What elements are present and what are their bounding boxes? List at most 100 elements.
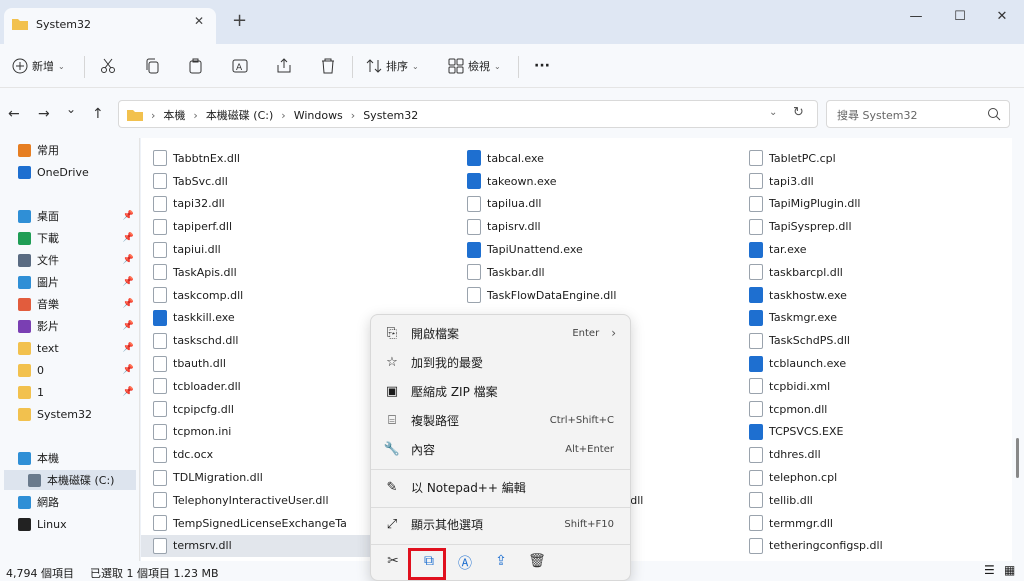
file-item[interactable]: tetheringconfigsp.dll [749,535,989,558]
pin-icon[interactable]: 📌 [123,365,134,375]
crumb-drive[interactable]: 本機磁碟 (C:) [206,107,273,123]
sidebar-item[interactable]: 本機 [18,448,140,468]
crumb-windows[interactable]: Windows [294,109,343,122]
file-item[interactable]: termsrv.dll [141,534,391,558]
cut-button[interactable]: ✂ [381,553,405,575]
menu-item[interactable]: ▣ 壓縮成 ZIP 檔案 [377,377,626,405]
scrollbar[interactable] [1012,138,1024,561]
file-item[interactable]: tcblaunch.exe [749,352,989,375]
menu-item[interactable]: ⌸ 複製路徑 Ctrl+Shift+C [377,406,626,434]
crumb-system32[interactable]: System32 [363,109,418,122]
file-item[interactable]: TaskFlowDataEngine.dll [467,284,707,307]
details-view-icon[interactable]: ☰ [984,563,995,577]
pin-icon[interactable]: 📌 [123,299,134,309]
file-item[interactable]: taskbarcpl.dll [749,261,989,284]
file-item[interactable]: tabcal.exe [467,147,707,170]
file-item[interactable]: tcpipcfg.dll [153,398,393,421]
file-item[interactable]: tcpbidi.xml [749,375,989,398]
minimize-button[interactable]: — [896,6,936,28]
recent-locations-button[interactable]: ⌄ [66,102,76,116]
sort-button[interactable]: 排序 ⌄ [366,54,419,78]
menu-item[interactable]: ⤢ 顯示其他選項 Shift+F10 [377,510,626,538]
sidebar-item[interactable]: 下載 📌 [18,228,140,248]
up-button[interactable]: ↑ [92,106,104,122]
more-options-button[interactable]: ··· [534,54,550,78]
pin-icon[interactable]: 📌 [123,277,134,287]
sidebar-item[interactable]: 本機磁碟 (C:) [4,470,136,490]
file-item[interactable]: tcpmon.dll [749,398,989,421]
file-item[interactable]: TabbtnEx.dll [153,147,393,170]
refresh-button[interactable]: ↻ [793,105,804,120]
sidebar-item[interactable]: 0 📌 [18,360,140,380]
file-item[interactable]: TelephonyInteractiveUser.dll [153,489,393,512]
pin-icon[interactable]: 📌 [123,387,134,397]
file-item[interactable]: tcpmon.ini [153,421,393,444]
delete-button[interactable]: 🗑 [525,553,549,575]
file-item[interactable]: tdhres.dll [749,443,989,466]
file-item[interactable]: termmgr.dll [749,512,989,535]
file-item[interactable]: TaskSchdPS.dll [749,329,989,352]
file-item[interactable]: TempSignedLicenseExchangeTa [153,512,393,535]
pin-icon[interactable]: 📌 [123,321,134,331]
tiles-view-icon[interactable]: ▦ [1004,563,1015,577]
file-item[interactable]: TapiMigPlugin.dll [749,193,989,216]
file-item[interactable]: taskhostw.exe [749,284,989,307]
menu-item[interactable]: ⎘ 開啟檔案 Enter › [377,319,626,347]
file-item[interactable]: TaskApis.dll [153,261,393,284]
file-item[interactable]: tapiui.dll [153,238,393,261]
pin-icon[interactable]: 📌 [123,255,134,265]
file-item[interactable]: Taskmgr.exe [749,307,989,330]
copy-button[interactable] [144,54,160,78]
share-button[interactable]: ⇪ [489,553,513,575]
file-item[interactable]: tellib.dll [749,489,989,512]
view-button[interactable]: 檢視 ⌄ [448,54,501,78]
pin-icon[interactable]: 📌 [123,343,134,353]
delete-button[interactable] [320,54,336,78]
search-box[interactable]: 搜尋 System32 [826,100,1010,128]
forward-button[interactable]: → [38,106,50,122]
cut-button[interactable] [100,54,116,78]
sidebar-item[interactable]: Linux [18,514,140,534]
back-button[interactable]: ← [8,106,20,122]
search-input[interactable]: 搜尋 System32 [837,107,918,123]
maximize-button[interactable]: ☐ [940,6,980,28]
file-item[interactable]: tdc.ocx [153,443,393,466]
sidebar-item[interactable]: 音樂 📌 [18,294,140,314]
new-tab-button[interactable]: + [232,10,247,31]
tab-system32[interactable]: System32 ✕ [4,8,216,44]
chevron-down-icon[interactable]: ⌄ [769,107,777,118]
sidebar-item[interactable]: System32 [18,404,140,424]
file-item[interactable]: tbauth.dll [153,352,393,375]
rename-button[interactable]: A [232,54,248,78]
crumb-pc[interactable]: 本機 [163,107,185,123]
new-button[interactable]: 新增 ⌄ [12,54,65,78]
file-item[interactable]: takeown.exe [467,170,707,193]
sidebar-item[interactable]: 常用 [18,140,140,160]
file-item[interactable]: tapiperf.dll [153,215,393,238]
file-item[interactable]: TabletPC.cpl [749,147,989,170]
address-bar[interactable]: › 本機 › 本機磁碟 (C:) › Windows › System32 ⌄ … [118,100,818,128]
scroll-thumb[interactable] [1016,438,1019,478]
sidebar-item[interactable]: OneDrive [18,162,140,182]
file-item[interactable]: tapilua.dll [467,193,707,216]
sidebar-item[interactable]: 文件 📌 [18,250,140,270]
sidebar-item[interactable]: 1 📌 [18,382,140,402]
file-item[interactable]: tapi32.dll [153,193,393,216]
file-item[interactable]: TDLMigration.dll [153,466,393,489]
file-item[interactable]: telephon.cpl [749,466,989,489]
pin-icon[interactable]: 📌 [123,233,134,243]
sidebar-item[interactable]: 桌面 📌 [18,206,140,226]
share-button[interactable] [276,54,292,78]
pin-icon[interactable]: 📌 [123,211,134,221]
sidebar-item[interactable]: 網路 [18,492,140,512]
sidebar-item[interactable]: text 📌 [18,338,140,358]
menu-item[interactable]: ☆ 加到我的最愛 [377,348,626,376]
file-item[interactable]: TapiSysprep.dll [749,215,989,238]
file-item[interactable]: TabSvc.dll [153,170,393,193]
file-item[interactable]: TCPSVCS.EXE [749,421,989,444]
file-item[interactable]: tar.exe [749,238,989,261]
file-item[interactable]: tapi3.dll [749,170,989,193]
menu-item[interactable]: 🔧 內容 Alt+Enter [377,435,626,463]
file-item[interactable]: tapisrv.dll [467,215,707,238]
sidebar-item[interactable]: 圖片 📌 [18,272,140,292]
